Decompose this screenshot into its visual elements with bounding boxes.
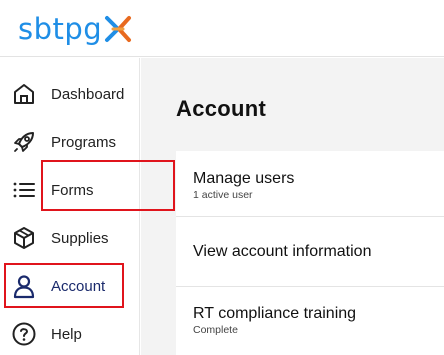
help-icon <box>10 320 38 348</box>
list-icon <box>10 176 38 204</box>
row-subtitle: Complete <box>193 324 238 336</box>
account-options-card: Manage users 1 active user View account … <box>176 151 444 355</box>
sidebar-nav: Dashboard Programs Forms Supplies Accoun… <box>0 58 140 355</box>
page-title: Account <box>176 96 267 121</box>
rt-compliance-training-row[interactable]: RT compliance training Complete <box>176 287 444 355</box>
row-title: View account information <box>193 243 372 260</box>
sidebar-item-label: Forms <box>51 181 94 199</box>
sidebar-item-label: Help <box>51 325 82 343</box>
view-account-information-row[interactable]: View account information <box>176 217 444 287</box>
sidebar-item-label: Programs <box>51 133 117 151</box>
user-icon <box>10 272 38 300</box>
sidebar-item-label: Dashboard <box>51 85 125 103</box>
sidebar-item-account[interactable]: Account <box>0 262 140 310</box>
sidebar-item-label: Account <box>51 277 106 295</box>
sidebar-item-help[interactable]: Help <box>0 310 140 355</box>
main-content: Account Manage users 1 active user View … <box>141 58 444 355</box>
sidebar-item-dashboard[interactable]: Dashboard <box>0 70 140 118</box>
brand-logo[interactable]: sbtpg <box>18 12 132 46</box>
sidebar-item-supplies[interactable]: Supplies <box>0 214 140 262</box>
box-icon <box>10 224 38 252</box>
row-title: RT compliance training <box>193 305 357 322</box>
logo-text: sbtpg <box>18 11 103 46</box>
rocket-icon <box>10 128 38 156</box>
home-icon <box>10 80 38 108</box>
row-subtitle: 1 active user <box>193 189 253 201</box>
row-title: Manage users <box>193 170 295 187</box>
manage-users-row[interactable]: Manage users 1 active user <box>176 151 444 217</box>
sidebar-item-forms[interactable]: Forms <box>0 166 140 214</box>
top-bar: sbtpg <box>0 0 444 57</box>
sidebar-item-label: Supplies <box>51 229 109 247</box>
sidebar-item-programs[interactable]: Programs <box>0 118 140 166</box>
logo-x-mark-icon <box>105 16 132 42</box>
